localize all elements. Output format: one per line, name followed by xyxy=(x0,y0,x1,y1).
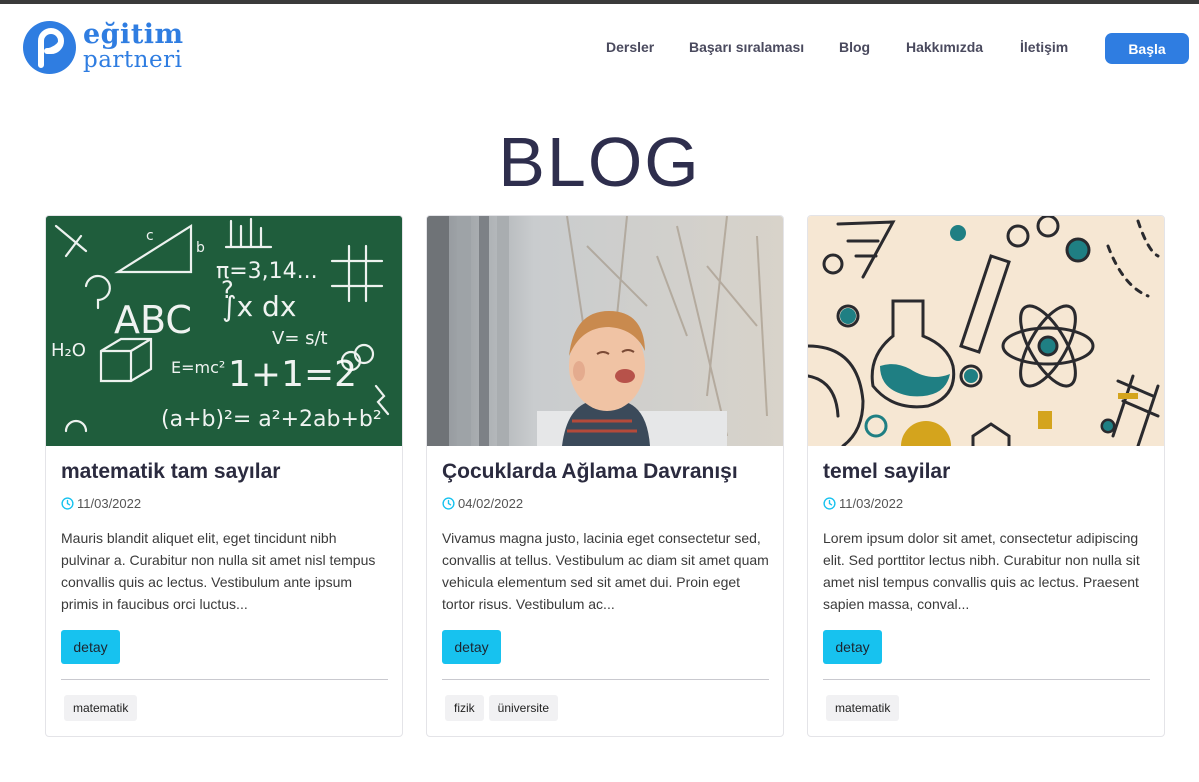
tag[interactable]: fizik xyxy=(445,695,484,721)
blog-card: Çocuklarda Ağlama Davranışı 04/02/2022 V… xyxy=(426,215,784,737)
svg-text:b: b xyxy=(196,240,205,256)
nav-link-iletisim[interactable]: İletişim xyxy=(1020,39,1068,55)
nav-link-basari-siralamasi[interactable]: Başarı sıralaması xyxy=(689,39,804,55)
site-header: eğitim partneri Dersler Başarı sıralamas… xyxy=(0,4,1199,92)
post-excerpt: Vivamus magna justo, lacinia eget consec… xyxy=(442,530,769,612)
svg-text:H₂O: H₂O xyxy=(51,340,86,361)
svg-text:?: ? xyxy=(221,276,234,304)
crying-child-photo[interactable] xyxy=(427,216,783,446)
detail-button[interactable]: detay xyxy=(61,630,120,664)
divider xyxy=(823,679,1150,680)
nav-link-dersler[interactable]: Dersler xyxy=(606,39,654,55)
post-title[interactable]: temel sayilar xyxy=(823,460,950,484)
page-title: BLOG xyxy=(498,123,701,201)
clock-icon xyxy=(61,497,74,510)
tag-list: matematik xyxy=(64,695,138,721)
tag-list: fizik üniversite xyxy=(445,695,559,721)
post-date-text: 11/03/2022 xyxy=(839,496,904,511)
svg-text:V= s/t: V= s/t xyxy=(272,328,328,349)
blog-card: temel sayilar 11/03/2022 Lorem ipsum dol… xyxy=(807,215,1165,737)
detail-button[interactable]: detay xyxy=(823,630,882,664)
main-nav: Dersler Başarı sıralaması Blog Hakkımızd… xyxy=(0,37,1199,67)
clock-icon xyxy=(442,497,455,510)
tag[interactable]: matematik xyxy=(826,695,900,721)
svg-text:E=mc²: E=mc² xyxy=(171,358,225,377)
post-date: 11/03/2022 xyxy=(61,496,141,511)
nav-link-blog[interactable]: Blog xyxy=(839,39,870,55)
post-date-text: 11/03/2022 xyxy=(77,496,142,511)
nav-link-hakkimizda[interactable]: Hakkımızda xyxy=(906,39,983,55)
post-title[interactable]: matematik tam sayılar xyxy=(61,460,280,484)
post-date-text: 04/02/2022 xyxy=(458,496,524,511)
post-excerpt: Mauris blandit aliquet elit, eget tincid… xyxy=(61,530,376,612)
svg-text:ABC: ABC xyxy=(114,298,192,342)
post-excerpt: Lorem ipsum dolor sit amet, consectetur … xyxy=(823,530,1140,612)
chalkboard-math-image[interactable]: ABC π=3,14... ∫x dx V= s/t 1+1=2 (a+b)²=… xyxy=(46,216,402,446)
post-date: 11/03/2022 xyxy=(823,496,903,511)
tag[interactable]: üniversite xyxy=(488,695,559,721)
clock-icon xyxy=(823,497,836,510)
start-button[interactable]: Başla xyxy=(1105,33,1189,64)
tag[interactable]: matematik xyxy=(64,695,138,721)
svg-text:c: c xyxy=(146,228,154,244)
tag-list: matematik xyxy=(826,695,900,721)
svg-text:(a+b)²= a²+2ab+b²: (a+b)²= a²+2ab+b² xyxy=(161,407,382,432)
post-title[interactable]: Çocuklarda Ağlama Davranışı xyxy=(442,460,738,484)
detail-button[interactable]: detay xyxy=(442,630,501,664)
divider xyxy=(61,679,388,680)
post-date: 04/02/2022 xyxy=(442,496,523,511)
divider xyxy=(442,679,769,680)
blog-card: ABC π=3,14... ∫x dx V= s/t 1+1=2 (a+b)²=… xyxy=(45,215,403,737)
science-illustration-image[interactable] xyxy=(808,216,1164,446)
svg-text:1+1=2: 1+1=2 xyxy=(228,354,357,395)
